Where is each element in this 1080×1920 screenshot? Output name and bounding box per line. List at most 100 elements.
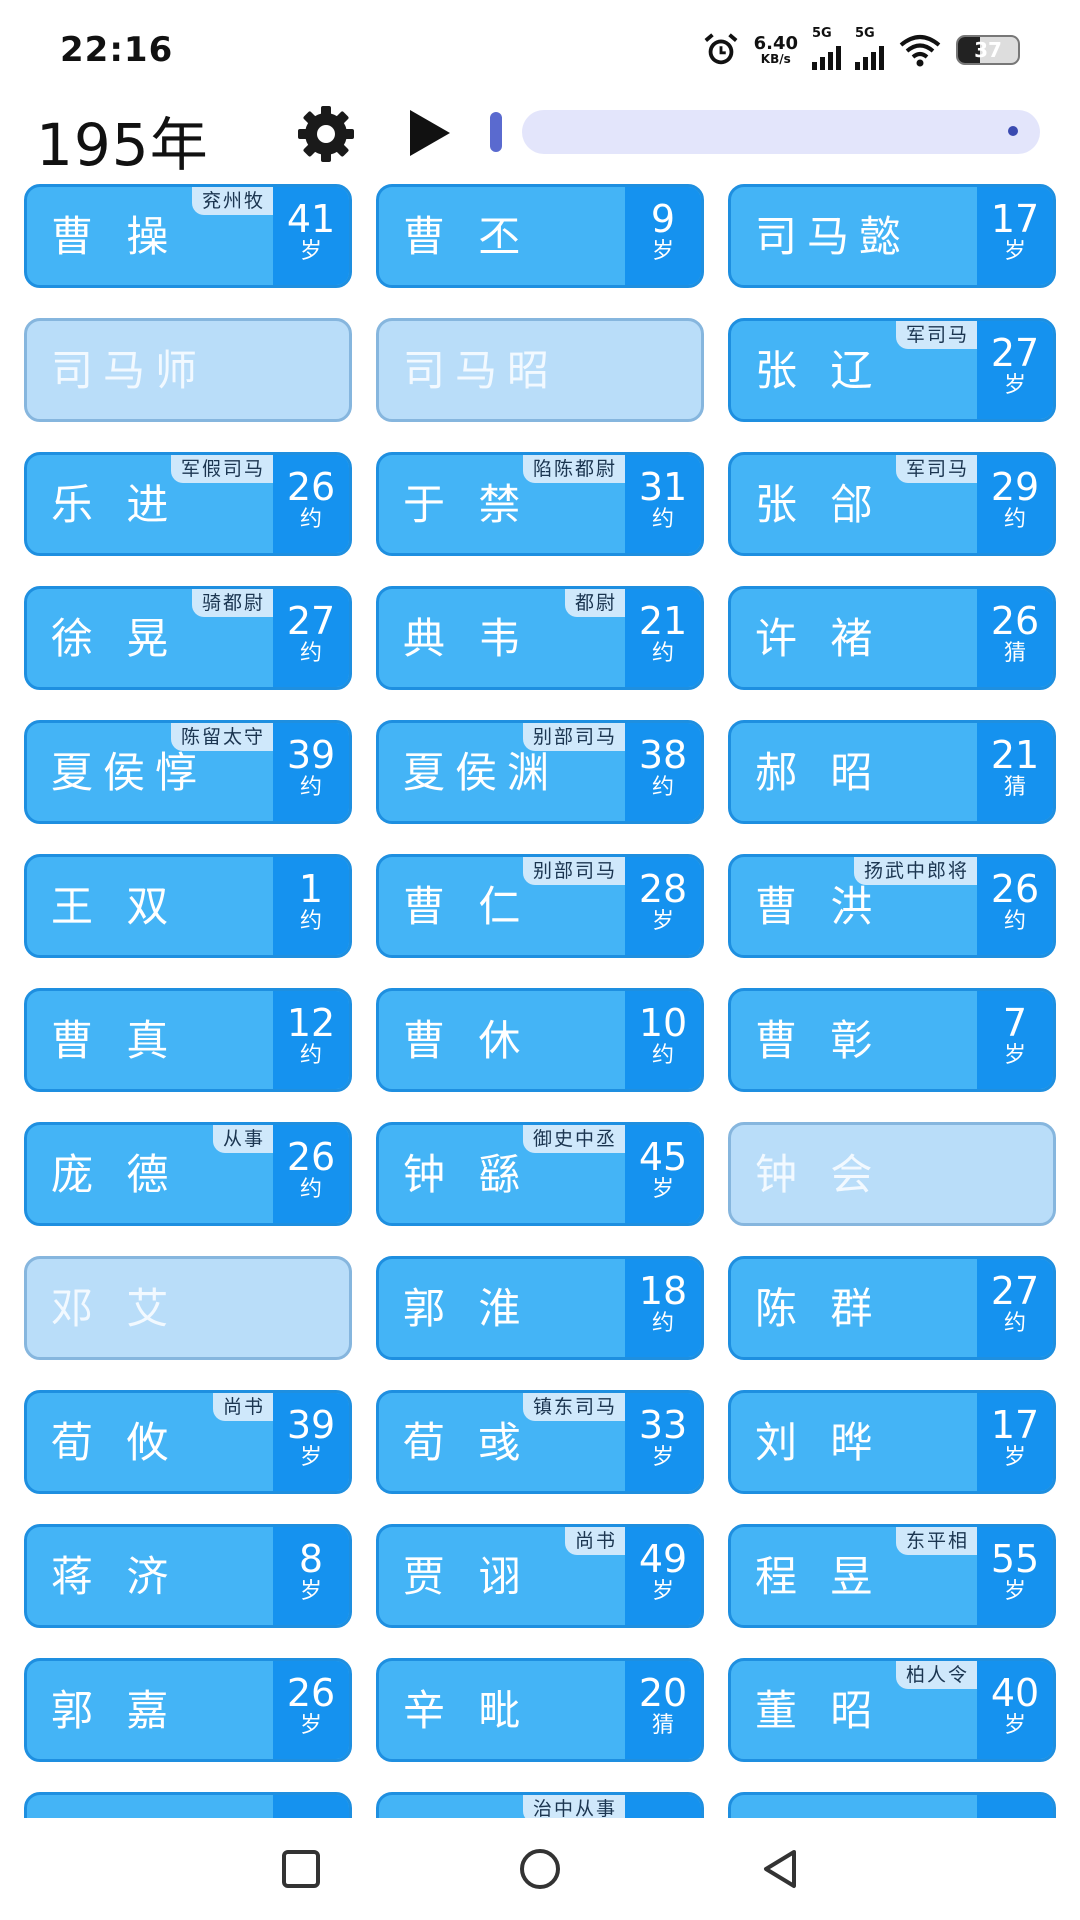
age-status: 岁 bbox=[299, 1713, 322, 1738]
character-name: 乐 进 bbox=[51, 480, 179, 529]
age-status: 约 bbox=[651, 775, 674, 800]
character-age: 18 bbox=[638, 1269, 688, 1313]
age-status: 约 bbox=[299, 507, 322, 532]
character-age: 29 bbox=[990, 465, 1040, 509]
character-card[interactable]: 张 辽 27 岁军司马 bbox=[728, 318, 1056, 422]
age-status: 约 bbox=[299, 641, 322, 666]
character-age: 26 bbox=[286, 1135, 336, 1179]
age-panel: 21 约 bbox=[625, 589, 701, 687]
character-card[interactable]: 钟 繇 45 岁御史中丞 bbox=[376, 1122, 704, 1226]
character-card[interactable]: 徐 晃 27 约骑都尉 bbox=[24, 586, 352, 690]
character-name: 荀 攸 bbox=[51, 1418, 179, 1467]
age-status: 猜 bbox=[1003, 641, 1026, 666]
age-panel: 27 约 bbox=[977, 1259, 1053, 1357]
character-card[interactable]: 曹 丕 9岁 bbox=[376, 184, 704, 288]
character-card[interactable]: 乐 进 26 约军假司马 bbox=[24, 452, 352, 556]
age-panel: 39 约 bbox=[273, 723, 349, 821]
character-name: 曹 休 bbox=[403, 1016, 531, 1065]
character-age: 8 bbox=[298, 1537, 324, 1581]
character-card[interactable]: 曹 休 10 约 bbox=[376, 988, 704, 1092]
age-status: 岁 bbox=[651, 1177, 674, 1202]
age-status: 岁 bbox=[1003, 239, 1026, 264]
character-name: 刘 晔 bbox=[755, 1418, 883, 1467]
age-panel: 31 约 bbox=[625, 455, 701, 553]
character-card[interactable]: 荀 彧 33 岁镇东司马 bbox=[376, 1390, 704, 1494]
age-panel: 28 岁 bbox=[625, 857, 701, 955]
character-card[interactable]: 郝 昭 21 猜 bbox=[728, 720, 1056, 824]
age-panel: 26 岁 bbox=[273, 1661, 349, 1759]
age-status: 约 bbox=[299, 1043, 322, 1068]
character-card[interactable]: 于 禁 31 约陷陈都尉 bbox=[376, 452, 704, 556]
age-status: 岁 bbox=[651, 1445, 674, 1470]
character-card[interactable]: 刘 晔 17 岁 bbox=[728, 1390, 1056, 1494]
character-name: 曹 仁 bbox=[403, 882, 531, 931]
character-title-badge: 从事 bbox=[212, 1125, 273, 1153]
character-card[interactable]: 曹 仁 28 岁别部司马 bbox=[376, 854, 704, 958]
character-card[interactable]: 陈 群 27 约 bbox=[728, 1256, 1056, 1360]
character-title-badge: 镇东司马 bbox=[522, 1393, 625, 1421]
character-name: 辛 毗 bbox=[403, 1686, 531, 1735]
age-panel: 39 岁 bbox=[273, 1393, 349, 1491]
character-card[interactable]: 郭 淮 18 约 bbox=[376, 1256, 704, 1360]
character-card[interactable]: 曹 操 41 岁兖州牧 bbox=[24, 184, 352, 288]
character-card[interactable]: 夏侯惇 39 约陈留太守 bbox=[24, 720, 352, 824]
age-panel: 33 岁 bbox=[625, 1393, 701, 1491]
character-age: 21 bbox=[638, 599, 688, 643]
character-card[interactable]: 钟 会 bbox=[728, 1122, 1056, 1226]
age-status: 约 bbox=[299, 1177, 322, 1202]
home-icon[interactable] bbox=[515, 1844, 565, 1894]
character-name: 曹 洪 bbox=[755, 882, 883, 931]
character-card[interactable]: 曹 洪 26 约扬武中郎将 bbox=[728, 854, 1056, 958]
age-panel: 29 约 bbox=[977, 455, 1053, 553]
age-status: 岁 bbox=[651, 239, 674, 264]
character-card[interactable]: 王 双 1约 bbox=[24, 854, 352, 958]
character-title-badge: 骑都尉 bbox=[191, 589, 273, 617]
age-status: 岁 bbox=[299, 1445, 322, 1470]
character-card[interactable]: 司马懿 17 岁 bbox=[728, 184, 1056, 288]
character-name: 钟 繇 bbox=[403, 1150, 531, 1199]
character-card[interactable]: 贾 诩 49 岁尚书 bbox=[376, 1524, 704, 1628]
character-card[interactable]: 邓 艾 bbox=[24, 1256, 352, 1360]
age-status: 约 bbox=[651, 1043, 674, 1068]
age-panel: 21 猜 bbox=[977, 723, 1053, 821]
age-panel: 38 约 bbox=[625, 723, 701, 821]
character-name: 郭 淮 bbox=[403, 1284, 531, 1333]
age-status: 约 bbox=[299, 909, 322, 934]
age-panel: 20 猜 bbox=[625, 1661, 701, 1759]
age-status: 岁 bbox=[1003, 1713, 1026, 1738]
character-title-badge: 陷陈都尉 bbox=[522, 455, 625, 483]
character-age: 49 bbox=[638, 1537, 688, 1581]
character-card[interactable]: 司马昭 bbox=[376, 318, 704, 422]
age-status: 岁 bbox=[1003, 1579, 1026, 1604]
age-panel: 9岁 bbox=[625, 187, 701, 285]
character-name: 钟 会 bbox=[755, 1150, 883, 1199]
character-card[interactable]: 程 昱 55 岁东平相 bbox=[728, 1524, 1056, 1628]
character-age: 26 bbox=[286, 465, 336, 509]
age-status: 约 bbox=[1003, 507, 1026, 532]
character-name: 司马师 bbox=[51, 346, 208, 395]
character-name: 夏侯渊 bbox=[403, 748, 560, 797]
character-card[interactable]: 司马师 bbox=[24, 318, 352, 422]
character-age: 20 bbox=[638, 1671, 688, 1715]
age-panel: 18 约 bbox=[625, 1259, 701, 1357]
character-title-badge: 陈留太守 bbox=[170, 723, 273, 751]
character-card[interactable]: 庞 德 26 约从事 bbox=[24, 1122, 352, 1226]
back-icon[interactable] bbox=[756, 1844, 806, 1894]
character-card[interactable]: 典 韦 21 约都尉 bbox=[376, 586, 704, 690]
character-card[interactable]: 蒋 济 8岁 bbox=[24, 1524, 352, 1628]
character-card[interactable]: 荀 攸 39 岁尚书 bbox=[24, 1390, 352, 1494]
character-card[interactable]: 夏侯渊 38 约别部司马 bbox=[376, 720, 704, 824]
character-card[interactable]: 曹 彰 7岁 bbox=[728, 988, 1056, 1092]
character-card[interactable]: 郭 嘉 26 岁 bbox=[24, 1658, 352, 1762]
character-age: 27 bbox=[990, 331, 1040, 375]
character-card[interactable]: 曹 真 12 约 bbox=[24, 988, 352, 1092]
age-panel: 49 岁 bbox=[625, 1527, 701, 1625]
character-name: 典 韦 bbox=[403, 614, 531, 663]
character-card[interactable]: 张 郃 29 约军司马 bbox=[728, 452, 1056, 556]
character-card[interactable]: 许 褚 26 猜 bbox=[728, 586, 1056, 690]
character-card[interactable]: 董 昭 40 岁柏人令 bbox=[728, 1658, 1056, 1762]
age-panel: 26 约 bbox=[273, 455, 349, 553]
recent-apps-icon[interactable] bbox=[276, 1844, 326, 1894]
character-card[interactable]: 辛 毗 20 猜 bbox=[376, 1658, 704, 1762]
age-panel: 26 约 bbox=[273, 1125, 349, 1223]
